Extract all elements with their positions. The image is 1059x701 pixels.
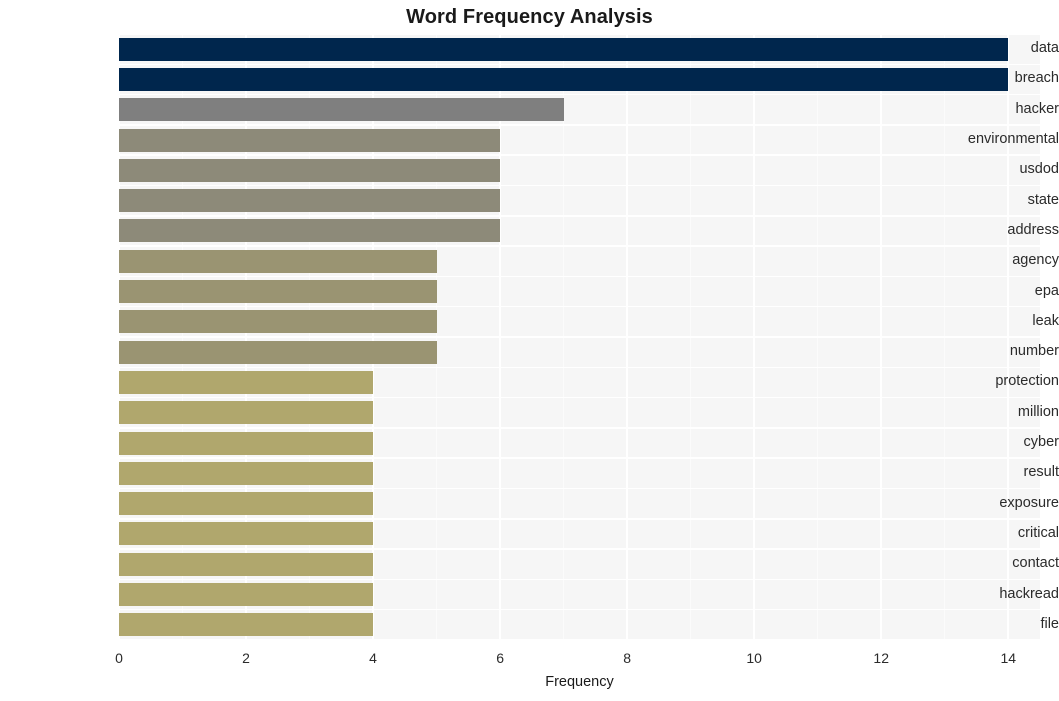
y-axis-tick-label: result <box>1023 464 1059 481</box>
y-gridline <box>119 34 1040 35</box>
y-axis-tick-label: breach <box>1014 70 1059 87</box>
y-gridline <box>119 396 1040 399</box>
y-gridline <box>119 518 1040 520</box>
x-axis-label: Frequency <box>545 674 614 690</box>
x-axis-tick-label: 0 <box>115 650 123 666</box>
y-axis-tick-label: million <box>1017 403 1059 420</box>
chart-title: Word Frequency Analysis <box>406 6 653 28</box>
y-axis-tick-label: state <box>1027 191 1059 208</box>
y-gridline <box>119 639 1040 640</box>
y-gridline <box>119 305 1040 308</box>
x-axis-tick-label: 2 <box>242 650 250 666</box>
x-axis-tick-label: 4 <box>369 650 377 666</box>
bar[interactable] <box>119 613 374 637</box>
y-axis-tick-label: address <box>1007 221 1059 238</box>
bar[interactable] <box>119 189 501 213</box>
bar[interactable] <box>119 128 501 152</box>
y-axis-tick-label: critical <box>1017 524 1059 541</box>
y-gridline <box>119 215 1040 217</box>
chart-figure: Word Frequency Analysis data breach hacker… <box>0 0 1059 701</box>
bar[interactable] <box>119 249 437 273</box>
y-axis-tick-label: usdod <box>1019 161 1059 178</box>
bar[interactable] <box>119 158 501 182</box>
y-axis-tick-label: hacker <box>1015 100 1059 117</box>
bar[interactable] <box>119 37 1009 61</box>
y-gridline <box>119 275 1040 278</box>
y-axis-tick-label: file <box>1040 615 1059 632</box>
y-gridline <box>119 487 1040 490</box>
y-axis-tick-label: cyber <box>1023 434 1059 451</box>
bar[interactable] <box>119 492 374 516</box>
bar[interactable] <box>119 280 437 304</box>
bar[interactable] <box>119 583 374 607</box>
bar[interactable] <box>119 370 374 394</box>
y-gridline <box>119 245 1040 247</box>
y-axis-tick-label: data <box>1030 40 1059 57</box>
y-gridline <box>119 548 1040 550</box>
y-axis-tick-label: contact <box>1012 555 1059 572</box>
y-axis-tick-label: agency <box>1012 252 1059 269</box>
plot-area <box>119 34 1040 640</box>
y-gridline <box>119 63 1040 66</box>
y-gridline <box>119 366 1040 369</box>
x-axis-tick-label: 8 <box>623 650 632 666</box>
y-gridline <box>119 608 1040 611</box>
y-axis-tick-label: exposure <box>999 494 1059 511</box>
y-axis-tick-label: number <box>1009 343 1059 360</box>
y-gridline <box>119 578 1040 581</box>
bar[interactable] <box>119 522 374 546</box>
y-gridline <box>119 427 1040 429</box>
bar[interactable] <box>119 219 501 243</box>
y-gridline <box>119 93 1040 96</box>
bar[interactable] <box>119 98 564 122</box>
bar[interactable] <box>119 431 374 455</box>
bar[interactable] <box>119 310 437 334</box>
y-gridline <box>119 457 1040 459</box>
y-axis-tick-label: epa <box>1034 282 1059 299</box>
bar[interactable] <box>119 401 374 425</box>
bar[interactable] <box>119 67 1009 91</box>
y-gridline <box>119 184 1040 187</box>
y-axis-tick-label: leak <box>1032 312 1059 329</box>
bar[interactable] <box>119 552 374 576</box>
x-axis-tick-label: 6 <box>496 650 504 666</box>
y-axis-tick-label: protection <box>995 373 1059 390</box>
x-axis-tick-label: 12 <box>873 650 889 666</box>
y-axis-tick-label: hackread <box>999 585 1059 602</box>
y-gridline <box>119 336 1040 338</box>
y-gridline <box>119 154 1040 156</box>
y-axis-tick-label: environmental <box>967 131 1059 148</box>
x-axis-tick-label: 10 <box>746 650 762 666</box>
y-gridline <box>119 124 1040 126</box>
bar[interactable] <box>119 461 374 485</box>
x-axis-tick-label: 14 <box>1000 650 1017 666</box>
bar[interactable] <box>119 340 437 364</box>
